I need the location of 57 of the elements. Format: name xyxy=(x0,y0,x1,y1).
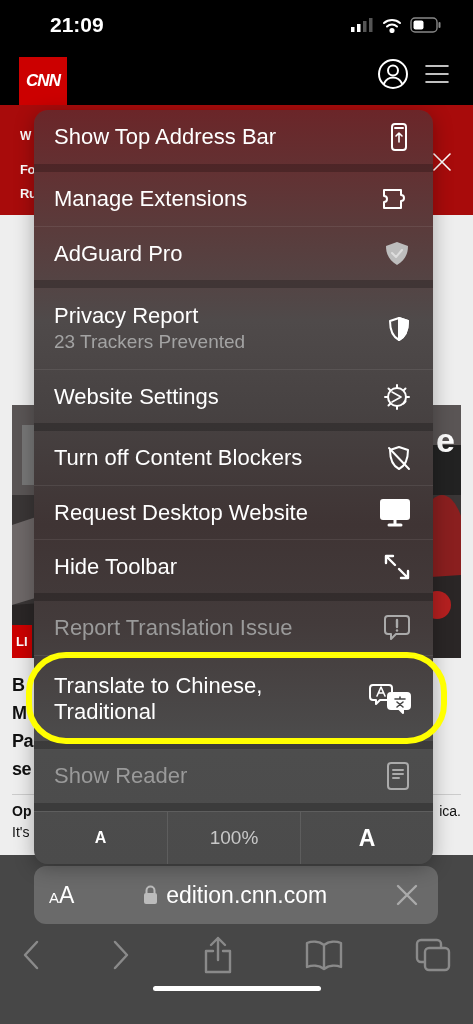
signal-icon xyxy=(350,18,374,32)
menu-item-subtitle: 23 Trackers Prevented xyxy=(54,329,246,354)
monitor-icon xyxy=(379,498,411,527)
menu-item-label[interactable]: Turn off Content Blockers xyxy=(54,445,303,471)
menu-item[interactable]: Translate to Chinese, Traditional xyxy=(34,655,433,741)
book-icon[interactable] xyxy=(304,939,343,971)
menu-item[interactable]: Show Top Address Bar xyxy=(34,110,433,164)
menu-item-label[interactable]: Manage Extensions xyxy=(54,186,248,212)
menu-item[interactable]: Website Settings xyxy=(34,369,433,423)
summary-text: It's xyxy=(12,823,30,842)
headline-text[interactable]: Pa xyxy=(12,729,34,753)
menu-item[interactable]: Turn off Content Blockers xyxy=(34,431,433,485)
gear-icon xyxy=(383,382,411,411)
headline-text[interactable]: M xyxy=(12,701,27,725)
live-label: LI xyxy=(12,624,32,658)
lock-icon xyxy=(143,885,159,905)
logo[interactable]: CNN xyxy=(19,57,67,105)
url-text: edition.cnn.com xyxy=(166,880,328,910)
expand-arrows-icon xyxy=(383,552,411,581)
summary-text: ica. xyxy=(439,802,461,821)
menu-item[interactable]: Request Desktop Website xyxy=(34,485,433,539)
zoom-level-button[interactable]: 100% xyxy=(167,812,300,864)
wifi-icon xyxy=(382,17,402,33)
menu-item[interactable]: AdGuard Pro xyxy=(34,226,433,280)
tabs-icon[interactable] xyxy=(415,938,451,972)
banner-text: W xyxy=(20,128,31,145)
zoom-in-button[interactable]: A xyxy=(300,812,433,864)
translate-icon xyxy=(369,682,411,715)
shield-slash-icon xyxy=(387,445,411,471)
shield-check-icon xyxy=(383,240,411,267)
menu-item-label[interactable]: AdGuard Pro xyxy=(54,240,183,267)
menu-item-label[interactable]: Show Top Address Bar xyxy=(54,124,277,150)
headline-text: e xyxy=(436,420,455,461)
headline-text[interactable]: se xyxy=(12,757,32,781)
address-bar[interactable]: AA edition.cnn.com xyxy=(34,866,438,924)
menu-item-label[interactable]: Website Settings xyxy=(54,383,219,410)
menu-item-label[interactable]: Translate to Chinese, Traditional xyxy=(54,672,354,725)
menu-item[interactable]: Hide Toolbar xyxy=(34,539,433,593)
zoom-out-button[interactable]: A xyxy=(34,812,167,864)
menu-item-label[interactable]: Privacy Report xyxy=(54,302,246,329)
document-icon xyxy=(385,762,411,790)
speech-bubble-icon xyxy=(383,614,411,642)
text-size-button[interactable]: AA xyxy=(49,877,75,913)
summary-text: Op xyxy=(12,802,32,821)
menu-item-label[interactable]: Hide Toolbar xyxy=(54,553,178,580)
menu-item[interactable]: Manage Extensions xyxy=(34,172,433,226)
headline-text[interactable]: B xyxy=(12,673,25,697)
battery-icon xyxy=(410,17,441,33)
share-icon[interactable] xyxy=(202,936,233,974)
status-time: 21:09 xyxy=(50,12,104,39)
forward-icon[interactable] xyxy=(112,940,131,970)
account-icon[interactable] xyxy=(377,58,409,90)
menu-item-label[interactable]: Request Desktop Website xyxy=(54,499,308,526)
shield-icon xyxy=(387,315,411,342)
back-icon[interactable] xyxy=(22,940,40,970)
menu-item[interactable]: Privacy Report 23 Trackers Prevented xyxy=(34,288,433,369)
menu-icon[interactable] xyxy=(425,64,449,84)
